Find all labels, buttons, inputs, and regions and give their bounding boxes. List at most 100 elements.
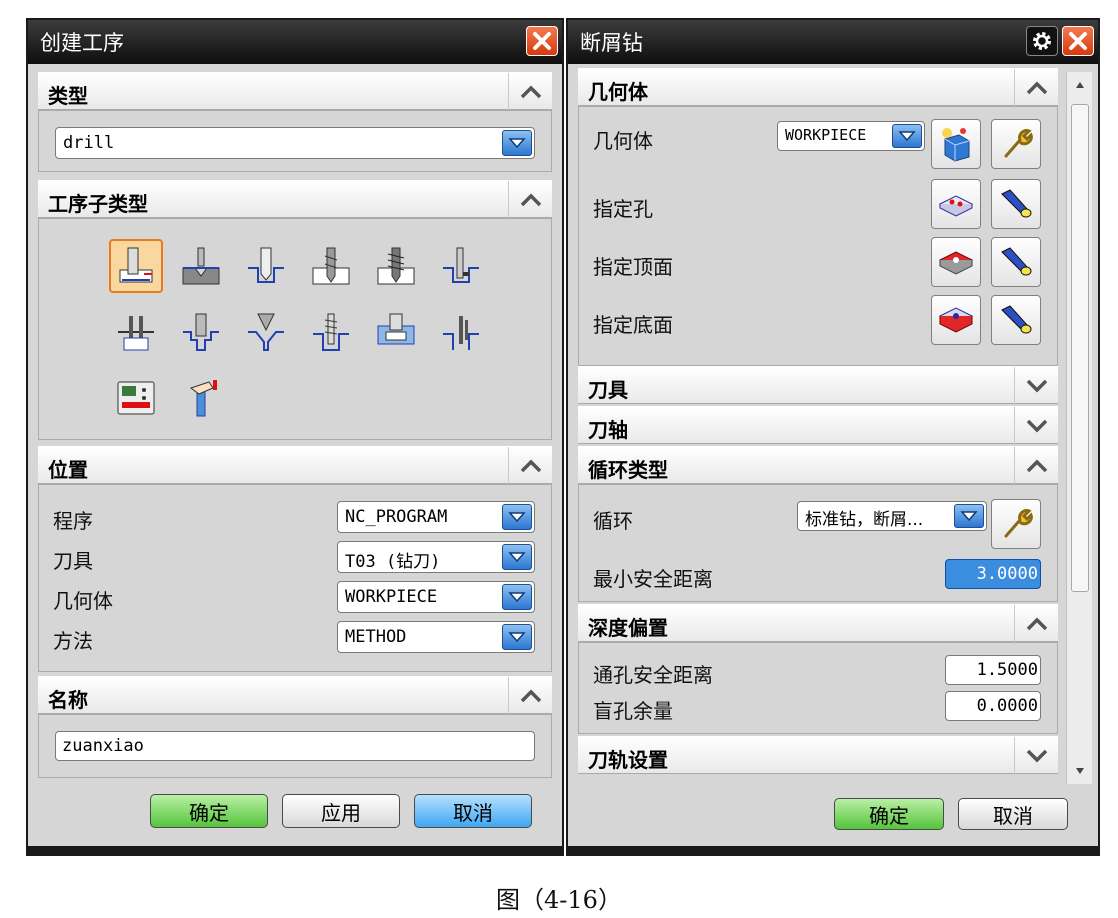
collapse-toggle[interactable] — [1014, 447, 1058, 485]
cancel-button[interactable]: 取消 — [414, 794, 532, 828]
expand-toggle[interactable] — [1014, 407, 1058, 445]
hole-milling-subtype[interactable] — [369, 305, 423, 359]
mill-user-subtype[interactable] — [174, 371, 228, 425]
dropdown-button[interactable] — [892, 124, 922, 148]
cycle-panel: 循环 标准钻，断屑... 最小安全距离 3.0000 — [578, 484, 1058, 602]
subtype-section-header[interactable]: 工序子类型 — [38, 180, 552, 219]
apply-button[interactable]: 应用 — [282, 794, 400, 828]
name-input[interactable]: zuanxiao — [55, 731, 535, 761]
expand-toggle[interactable] — [1014, 737, 1058, 775]
reaming-subtype[interactable] — [109, 305, 163, 359]
close-button[interactable] — [1062, 26, 1094, 56]
boring-subtype[interactable] — [434, 239, 488, 293]
drilling-subtype[interactable] — [239, 239, 293, 293]
peck-drilling-subtype[interactable] — [304, 239, 358, 293]
cancel-button[interactable]: 取消 — [958, 798, 1068, 830]
dropdown-button[interactable] — [502, 130, 532, 156]
collapse-toggle[interactable] — [1014, 605, 1058, 643]
close-icon — [1069, 32, 1087, 50]
type-section-title: 类型 — [48, 84, 88, 108]
method-combo[interactable]: METHOD — [337, 621, 535, 653]
ok-button[interactable]: 确定 — [834, 798, 944, 830]
scroll-up-arrow[interactable] — [1073, 78, 1087, 92]
ok-button[interactable]: 确定 — [150, 794, 268, 828]
dialog-titlebar[interactable]: 创建工序 — [28, 20, 562, 64]
tool-combo[interactable]: T03 (钻刀) — [337, 541, 535, 573]
collapse-toggle[interactable] — [508, 73, 552, 111]
flashlight-icon — [1001, 189, 1032, 218]
spot-facing-subtype[interactable] — [109, 239, 163, 293]
geometry-combo[interactable]: WORKPIECE — [337, 581, 535, 613]
expand-toggle[interactable] — [1014, 367, 1058, 405]
axis-section-header[interactable]: 刀轴 — [578, 406, 1058, 445]
tool-section-header[interactable]: 刀具 — [578, 366, 1058, 405]
path-settings-section-header[interactable]: 刀轨设置 — [578, 736, 1058, 775]
select-hole-button[interactable] — [931, 179, 981, 229]
type-section-header[interactable]: 类型 — [38, 72, 552, 111]
collapse-toggle[interactable] — [508, 447, 552, 485]
display-bottom-button[interactable] — [991, 295, 1041, 345]
vertical-scrollbar[interactable] — [1066, 72, 1092, 784]
new-workpiece-icon — [942, 128, 970, 162]
dialog-titlebar[interactable]: 断屑钻 — [568, 20, 1098, 64]
name-input-value: zuanxiao — [62, 736, 144, 756]
specify-bottom-label: 指定底面 — [593, 313, 673, 337]
geometry-section-header[interactable]: 几何体 — [578, 68, 1058, 107]
chevron-down-icon — [1026, 379, 1047, 393]
peck-drill-icon — [312, 247, 350, 285]
through-hole-clearance-label: 通孔安全距离 — [593, 663, 713, 687]
boring-icon — [443, 247, 479, 283]
chevron-up-icon — [520, 85, 541, 99]
program-combo[interactable]: NC_PROGRAM — [337, 501, 535, 533]
subtype-panel — [38, 218, 552, 440]
dropdown-button[interactable] — [954, 504, 984, 528]
scroll-thumb[interactable] — [1071, 104, 1089, 592]
through-hole-clearance-input[interactable]: 1.5000 — [945, 655, 1041, 685]
chevron-up-icon — [1026, 617, 1047, 631]
settings-button[interactable] — [1026, 26, 1058, 56]
collapse-toggle[interactable] — [1014, 69, 1058, 107]
dialog-title: 创建工序 — [40, 31, 124, 55]
dropdown-button[interactable] — [502, 584, 532, 610]
tap-icon — [313, 313, 349, 351]
location-section-title: 位置 — [48, 458, 88, 482]
spot-drilling-subtype[interactable] — [174, 239, 228, 293]
flashlight-icon — [1001, 305, 1032, 334]
dropdown-button[interactable] — [502, 624, 532, 650]
chevron-up-icon — [1026, 459, 1047, 473]
thread-milling-subtype[interactable] — [434, 305, 488, 359]
depth-offset-section-header[interactable]: 深度偏置 — [578, 604, 1058, 643]
location-section-header[interactable]: 位置 — [38, 446, 552, 485]
counterboring-subtype[interactable] — [174, 305, 228, 359]
tapping-subtype[interactable] — [304, 305, 358, 359]
blind-hole-stock-input[interactable]: 0.0000 — [945, 691, 1041, 721]
name-section-header[interactable]: 名称 — [38, 676, 552, 715]
collapse-toggle[interactable] — [508, 677, 552, 715]
new-geometry-button[interactable] — [931, 119, 981, 169]
geometry-label: 几何体 — [53, 589, 113, 613]
cycle-combo-value: 标准钻，断屑... — [805, 510, 924, 530]
cycle-combo[interactable]: 标准钻，断屑... — [797, 501, 987, 531]
method-label: 方法 — [53, 629, 93, 653]
geometry-combo[interactable]: WORKPIECE — [777, 121, 925, 151]
scroll-down-arrow[interactable] — [1073, 764, 1087, 778]
countersinking-subtype[interactable] — [239, 305, 293, 359]
edit-geometry-button[interactable] — [991, 119, 1041, 169]
cycle-section-header[interactable]: 循环类型 — [578, 446, 1058, 485]
chevron-up-icon — [520, 689, 541, 703]
edit-cycle-button[interactable] — [991, 499, 1041, 549]
select-top-button[interactable] — [931, 237, 981, 287]
dropdown-button[interactable] — [502, 504, 532, 530]
thread-mill-icon — [443, 316, 479, 350]
dropdown-button[interactable] — [502, 544, 532, 570]
mill-control-subtype[interactable] — [109, 371, 163, 425]
min-clearance-input[interactable]: 3.0000 — [945, 559, 1041, 589]
close-button[interactable] — [526, 26, 558, 56]
type-combo[interactable]: drill — [55, 127, 535, 159]
collapse-toggle[interactable] — [508, 181, 552, 219]
program-combo-value: NC_PROGRAM — [345, 507, 448, 527]
breakchip-drilling-subtype[interactable] — [369, 239, 423, 293]
display-top-button[interactable] — [991, 237, 1041, 287]
display-hole-button[interactable] — [991, 179, 1041, 229]
select-bottom-button[interactable] — [931, 295, 981, 345]
